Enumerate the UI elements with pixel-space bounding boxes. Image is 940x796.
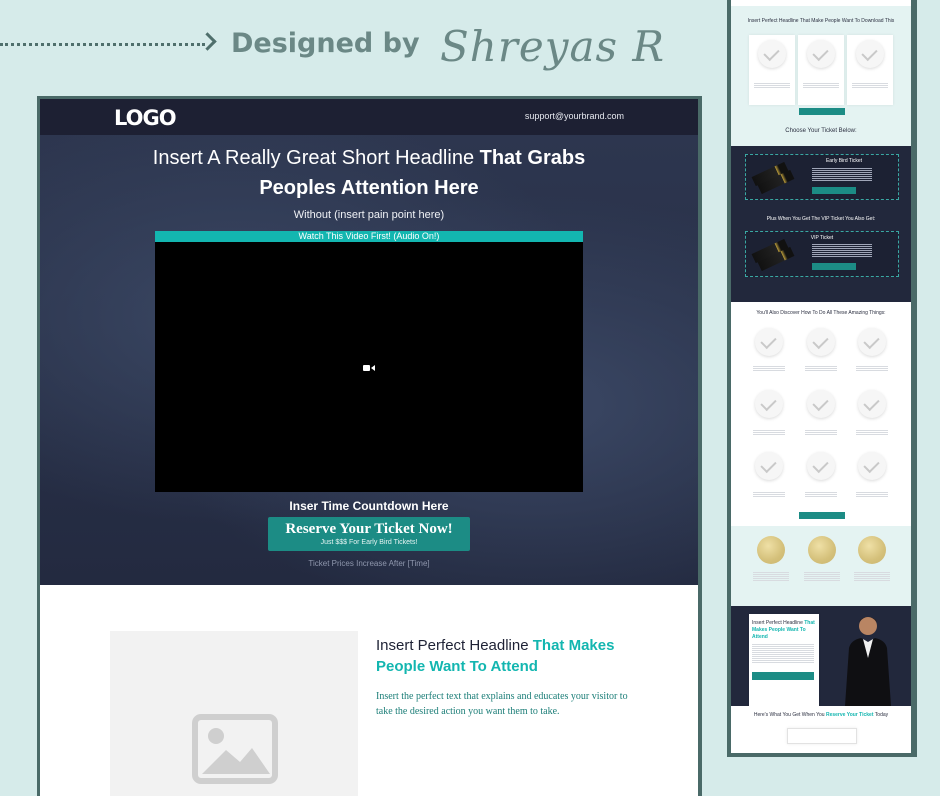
preview-top-strip [731,0,911,6]
hero-subheadline: Without (insert pain point here) [293,209,445,221]
preview-text-lines [754,83,790,89]
designer-signature: Shreyas R [440,22,666,71]
check-circle-icon [807,328,835,356]
hero-headline-regular: Insert A Really Great Short Headline [152,147,480,169]
preview-cta-button[interactable] [752,672,814,680]
gold-circle [808,536,836,564]
preview-top-title: Insert Perfect Headline That Make People… [747,18,895,24]
brand-logo[interactable]: LOGO [114,106,177,130]
preview-vip-box: VIP Ticket [745,231,899,277]
check-circle-icon [807,452,835,480]
check-circle-icon [755,452,783,480]
preview-host-card: Insert Perfect Headline That Makes Peopl… [749,614,819,706]
designer-credit: Designed by Shreyas R [0,22,700,71]
preview-text-lines [804,572,840,582]
preview-text-lines [753,572,789,582]
preview-plus-when: Plus When You Get The VIP Ticket You Als… [766,216,876,222]
hero-headline-bold-2: Peoples Attention Here [259,177,479,199]
preview-text-lines [856,492,888,498]
preview-text-lines [856,366,888,372]
reserve-button-label: Reserve Your Ticket Now! [285,521,453,537]
preview-heres-what-end: Today [873,712,889,718]
section-headline-teal: That Makes [532,637,615,654]
section-headline: Insert Perfect Headline That Makes Peopl… [376,635,646,677]
mockup-viewport: LOGO support@yourbrand.com Insert A Real… [40,99,698,796]
preview-early-bird-box: Early Bird Ticket [745,154,899,200]
hero-headline-line-2: Peoples Attention Here [40,173,698,203]
preview-bonus-section [731,526,911,606]
reserve-ticket-button[interactable]: Reserve Your Ticket Now! Just $$$ For Ea… [268,517,470,551]
preview-early-bird-label: Early Bird Ticket [825,158,863,164]
preview-vip-label: VIP Ticket [810,235,834,241]
preview-discover-section: You'll Also Discover How To Do All These… [731,302,911,526]
preview-heres-what-teal: Reserve Your Ticket [825,712,874,718]
image-placeholder [110,631,358,796]
check-circle-icon [858,452,886,480]
preview-card [847,35,893,105]
designed-by-label: Designed by [231,28,420,59]
countdown-text: Inser Time Countdown Here [289,499,449,513]
hero-headline-line-1: Insert A Really Great Short Headline Tha… [40,143,698,173]
reserve-button-sublabel: Just $$$ For Early Bird Tickets! [320,539,418,546]
preview-checklist-item [787,728,857,744]
hero-headline-bold: That Grabs [479,147,586,169]
preview-bottom-headline: Insert Perfect Headline That Makes Peopl… [752,620,816,641]
check-circle-icon [807,390,835,418]
preview-cta-button[interactable] [812,187,856,194]
preview-text-lines [753,492,785,498]
check-circle-icon [755,390,783,418]
preview-bottom-headline-regular: Insert Perfect Headline [752,620,805,626]
gold-circle [858,536,886,564]
check-circle-icon [858,328,886,356]
video-camera-icon[interactable] [363,364,375,372]
video-banner: Watch This Video First! (Audio On!) [155,231,583,242]
section-headline-teal-2: People Want To Attend [376,658,538,675]
landing-page-mockup: LOGO support@yourbrand.com Insert A Real… [37,96,702,796]
check-circle-icon [758,40,786,68]
preview-card [798,35,844,105]
preview-text-lines [805,430,837,436]
preview-cta-button[interactable] [799,512,845,519]
preview-text-lines [753,366,785,372]
top-navigation-bar: LOGO support@yourbrand.com [40,99,698,135]
preview-text-lines [805,492,837,498]
preview-text-lines [856,430,888,436]
preview-text-lines [812,168,872,182]
check-circle-icon [807,40,835,68]
check-circle-icon [755,328,783,356]
preview-text-lines [753,430,785,436]
image-icon [192,714,278,784]
preview-discover-title: You'll Also Discover How To Do All These… [756,310,886,316]
gold-circle [757,536,785,564]
preview-cta-button[interactable] [799,108,845,115]
host-person-image [845,617,891,706]
video-player[interactable] [155,242,583,492]
preview-text-lines [805,366,837,372]
preview-text-lines [803,83,839,89]
dotted-arrow-line [0,43,205,46]
preview-heres-what-regular: Here's What You Get When You [753,712,826,718]
support-email-link[interactable]: support@yourbrand.com [525,111,624,121]
preview-choose-ticket: Choose Your Ticket Below: [785,128,857,134]
full-page-preview: Insert Perfect Headline That Make People… [727,0,917,757]
preview-text-lines [854,572,890,582]
check-circle-icon [856,40,884,68]
preview-viewport: Insert Perfect Headline That Make People… [731,0,911,753]
preview-heres-what: Here's What You Get When You Reserve You… [731,712,911,719]
preview-ticket-section: Early Bird Ticket Plus When You Get The … [731,146,911,302]
preview-bottom-section: Here's What You Get When You Reserve You… [731,706,911,753]
preview-text-lines [752,644,814,664]
check-circle-icon [858,390,886,418]
content-section: Insert Perfect Headline That Makes Peopl… [40,585,698,796]
section-headline-regular: Insert Perfect Headline [376,637,533,654]
preview-host-section: Insert Perfect Headline That Makes Peopl… [731,606,911,706]
hero-section: Insert A Really Great Short Headline Tha… [40,135,698,585]
preview-text-lines [812,244,872,258]
section-body-text: Insert the perfect text that explains an… [376,691,628,717]
price-increase-note: Ticket Prices Increase After [Time] [308,559,430,568]
preview-cta-button[interactable] [812,263,856,270]
preview-text-lines [852,83,888,89]
preview-card [749,35,795,105]
arrow-right-icon [198,32,217,51]
